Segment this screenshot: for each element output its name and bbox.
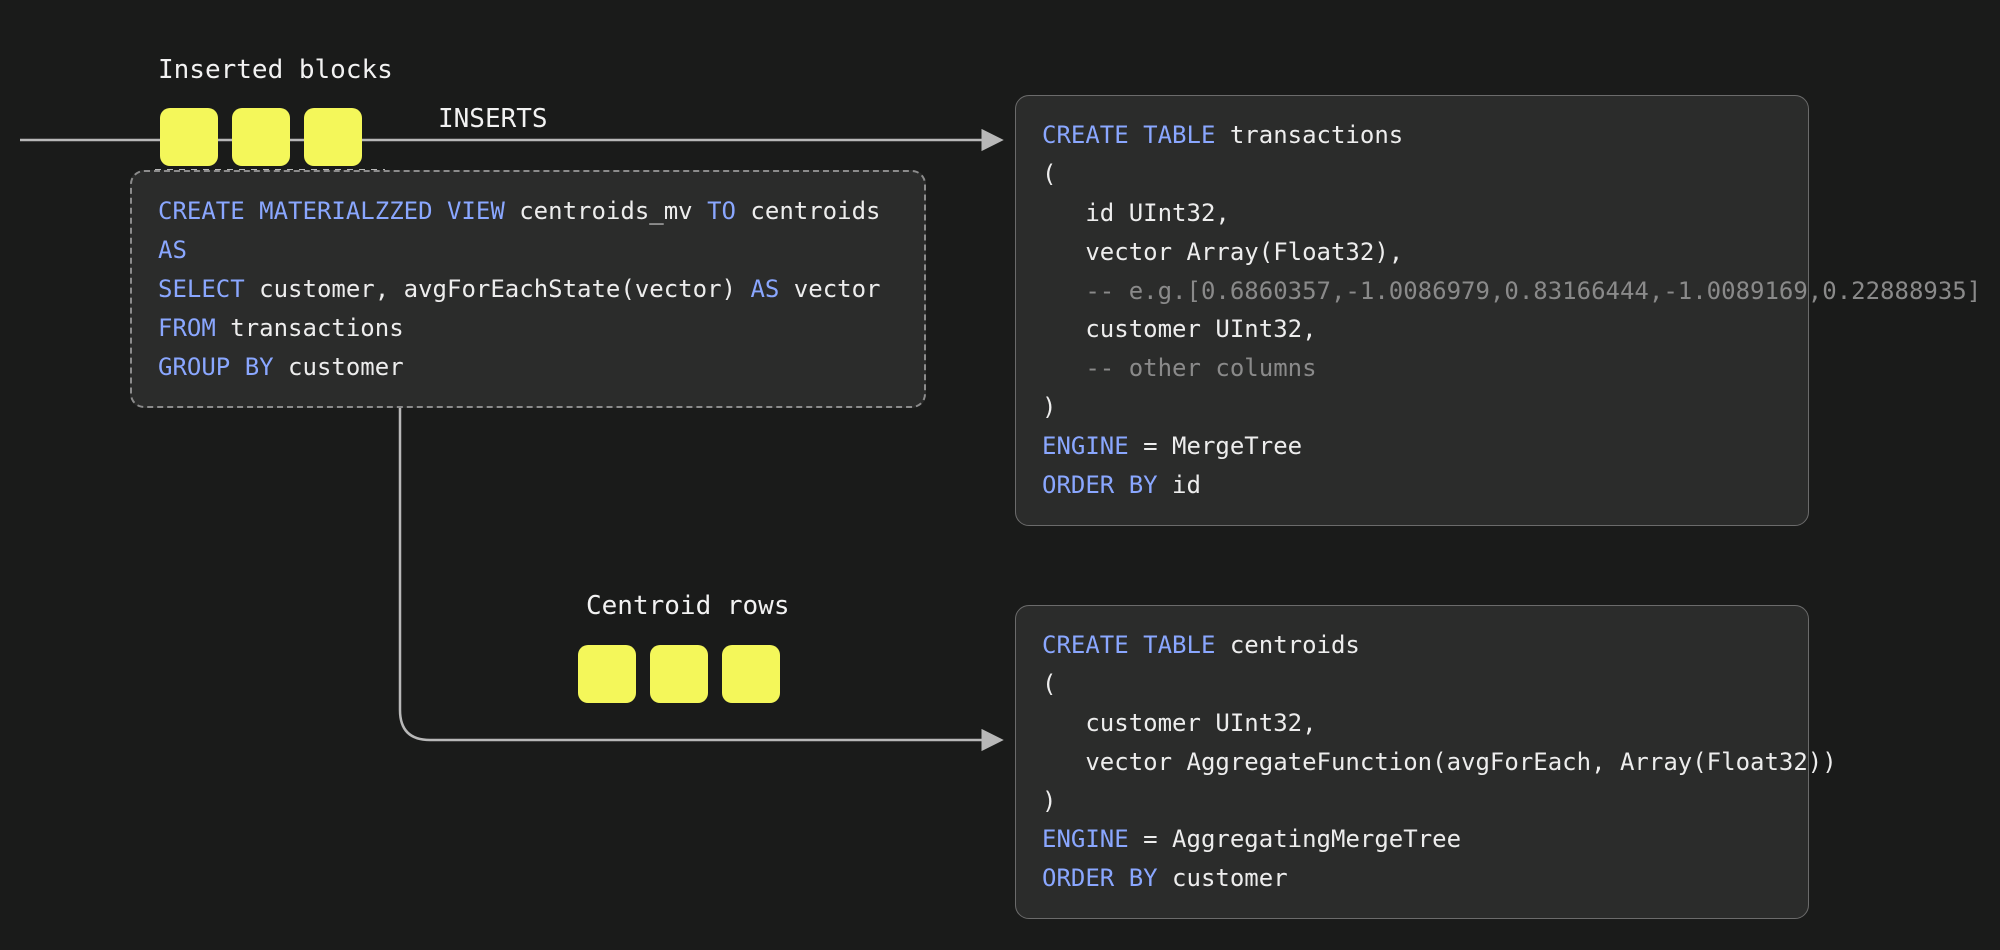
- data-block-icon: [722, 645, 780, 703]
- data-block-icon: [578, 645, 636, 703]
- token-keyword: ENGINE: [1042, 825, 1129, 853]
- token-text: centroids_mv: [505, 197, 707, 225]
- label-inserts: INSERTS: [438, 104, 548, 134]
- token-text: id: [1158, 471, 1201, 499]
- token-text: vector AggregateFunction(avgForEach, Arr…: [1042, 748, 1837, 776]
- token-text: = MergeTree: [1129, 432, 1302, 460]
- token-keyword: FROM: [158, 314, 216, 342]
- token-text: id UInt32,: [1042, 199, 1230, 227]
- token-keyword: AS: [158, 236, 187, 264]
- token-text: customer: [274, 353, 404, 381]
- token-keyword: ORDER BY: [1042, 864, 1158, 892]
- data-block-icon: [304, 108, 362, 166]
- token-text: = AggregatingMergeTree: [1129, 825, 1461, 853]
- token-keyword: CREATE TABLE: [1042, 121, 1215, 149]
- token-comment: -- other columns: [1042, 354, 1317, 382]
- token-text: transactions: [1215, 121, 1403, 149]
- token-keyword: ENGINE: [1042, 432, 1129, 460]
- token-keyword: ORDER BY: [1042, 471, 1158, 499]
- token-keyword: GROUP BY: [158, 353, 274, 381]
- token-keyword: TO: [707, 197, 736, 225]
- centroids-code-panel: CREATE TABLE centroids ( customer UInt32…: [1015, 605, 1809, 919]
- token-comment: -- e.g.[0.6860357,-1.0086979,0.83166444,…: [1042, 277, 1981, 305]
- token-text: customer: [1158, 864, 1288, 892]
- data-block-icon: [160, 108, 218, 166]
- token-keyword: CREATE MATERIALZZED VIEW: [158, 197, 505, 225]
- centroid-blocks-icon: [578, 645, 780, 703]
- label-inserted-blocks: Inserted blocks: [158, 55, 393, 85]
- token-text: centroids: [736, 197, 881, 225]
- token-text: customer, avgForEachState(vector): [245, 275, 751, 303]
- token-text: (: [1042, 160, 1056, 188]
- token-keyword: AS: [750, 275, 779, 303]
- token-keyword: SELECT: [158, 275, 245, 303]
- token-text: vector: [779, 275, 880, 303]
- token-text: ): [1042, 393, 1056, 421]
- token-text: ): [1042, 787, 1056, 815]
- diagram-stage: Inserted blocks INSERTS CREATE MATERIALZ…: [0, 0, 2000, 950]
- token-text: centroids: [1215, 631, 1360, 659]
- data-block-icon: [650, 645, 708, 703]
- token-text: vector Array(Float32),: [1042, 238, 1403, 266]
- transactions-code-panel: CREATE TABLE transactions ( id UInt32, v…: [1015, 95, 1809, 526]
- token-text: customer UInt32,: [1042, 315, 1317, 343]
- token-keyword: CREATE TABLE: [1042, 631, 1215, 659]
- inserted-blocks-icon: [160, 108, 362, 166]
- token-text: transactions: [216, 314, 404, 342]
- data-block-icon: [232, 108, 290, 166]
- mv-code-panel: CREATE MATERIALZZED VIEW centroids_mv TO…: [130, 170, 926, 408]
- label-centroid-rows: Centroid rows: [586, 591, 790, 621]
- token-text: customer UInt32,: [1042, 709, 1317, 737]
- token-text: (: [1042, 670, 1056, 698]
